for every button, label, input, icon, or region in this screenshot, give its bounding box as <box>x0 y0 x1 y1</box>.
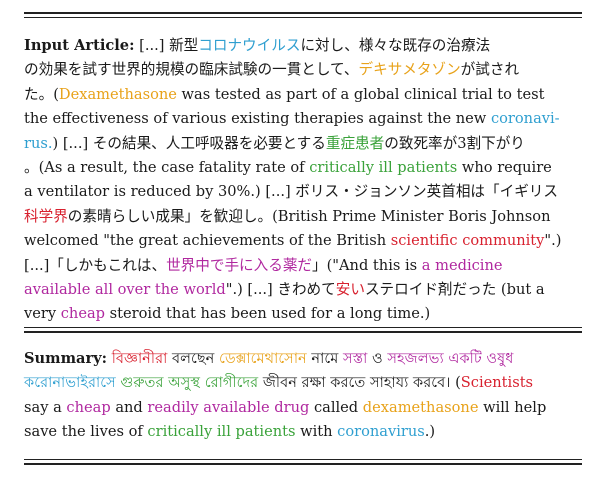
highlighted-phrase: cheap <box>66 398 111 416</box>
bottom-rule <box>24 459 582 465</box>
article-line: rus.) [...] その結果、人工呼吸器を必要とする重症患者の致死率が3割下… <box>24 132 584 156</box>
text-segment: and <box>110 398 148 416</box>
text-segment: steroid that has been used for a long ti… <box>105 305 431 323</box>
highlighted-phrase: গুরুতর অসুস্থ রোগীদের <box>115 374 259 392</box>
highlighted-phrase: available all over the world <box>24 281 226 299</box>
highlighted-phrase: সহজলভ্য একটি ওষুধ <box>387 350 514 367</box>
article-line: 。(As a result, the case fatality rate of… <box>24 156 584 180</box>
highlighted-phrase: dexamethasone <box>362 398 479 416</box>
article-line: の効果を試す世界的規模の臨床試験の一貫として、デキサメタゾンが試され <box>24 58 584 82</box>
highlighted-phrase: rus. <box>24 134 53 152</box>
summary-label: Summary: <box>24 350 108 367</box>
highlighted-phrase: 科学界 <box>24 207 68 225</box>
highlighted-phrase: Dexamethasone <box>58 85 177 103</box>
text-segment: ও <box>367 350 388 367</box>
article-line: 科学界の素晴らしい成果」を歓迎し。(British Prime Minister… <box>24 205 584 229</box>
text-segment: who require <box>457 159 552 177</box>
highlighted-phrase: critically ill patients <box>147 423 296 441</box>
text-segment: the effectiveness of various existing th… <box>24 110 491 128</box>
highlighted-phrase: সস্তা <box>342 350 368 367</box>
text-segment: called <box>309 398 363 416</box>
text-segment: নামে <box>306 350 343 367</box>
input-article-label: Input Article: <box>24 37 135 54</box>
summary-line: say a cheap and readily available drug c… <box>24 396 584 420</box>
highlighted-phrase: a medicine <box>421 256 503 274</box>
highlighted-phrase: デキサメタゾン <box>358 61 461 79</box>
article-line-0: Input Article: [...] 新型コロナウイルスに対し、様々な既存の… <box>24 34 584 58</box>
summary-line: save the lives of critically ill patient… <box>24 420 584 444</box>
text-segment: が試され <box>460 61 520 79</box>
text-segment: の効果を試す世界的規模の臨床試験の一貫として、 <box>24 61 359 79</box>
summary-line: করোনাভাইরাসে গুরুতর অসুস্থ রোগীদের জীবন … <box>24 371 584 395</box>
text-segment: ステロイド剤だった (but a <box>364 281 545 299</box>
text-segment: に対し、様々な既存の治療法 <box>300 37 491 54</box>
summary: Summary: বিজ্ঞানীরা বলছেন ডেক্সামেথাসোন … <box>24 347 584 445</box>
highlighted-phrase: 世界中で手に入る薬だ <box>166 256 313 274</box>
article-line: the effectiveness of various existing th… <box>24 107 584 131</box>
text-segment: た。( <box>24 85 59 103</box>
text-segment: save the lives of <box>24 423 148 441</box>
text-segment: の素晴らしい成果」を歓迎し。(British Prime Minister Bo… <box>67 207 551 225</box>
article-line: た。(Dexamethasone was tested as part of a… <box>24 83 584 107</box>
text-segment: 。(As a result, the case fatality rate of <box>24 159 310 177</box>
text-segment: [...]「しかもこれは、 <box>24 256 167 274</box>
highlighted-phrase: Scientists <box>460 374 534 392</box>
highlighted-phrase: বিজ্ঞানীরা <box>111 350 168 367</box>
article-line: very cheap steroid that has been used fo… <box>24 302 584 326</box>
highlighted-phrase: 重症患者 <box>325 134 385 152</box>
text-segment: ".) <box>544 232 562 250</box>
text-segment: .) <box>424 423 436 441</box>
text-segment: 」("And this is <box>312 256 422 274</box>
text-segment: [...] 新型 <box>134 37 199 54</box>
highlighted-phrase: scientific community <box>390 232 545 250</box>
text-segment: の致死率が3割下がり <box>384 134 525 152</box>
article-line: a ventilator is reduced by 30%.) [...] ボ… <box>24 180 584 204</box>
highlighted-phrase: 安い <box>335 281 365 299</box>
article-line: available all over the world".) [...] きわ… <box>24 278 584 302</box>
text-segment: was tested as part of a global clinical … <box>176 85 545 103</box>
text-segment: very <box>24 305 61 323</box>
top-rule <box>24 12 582 18</box>
highlighted-phrase: readily available drug <box>147 398 310 416</box>
text-segment: will help <box>478 398 547 416</box>
summary-line-0: Summary: বিজ্ঞানীরা বলছেন ডেক্সামেথাসোন … <box>24 347 584 371</box>
highlighted-phrase: critically ill patients <box>309 159 458 177</box>
text-segment: ) [...] その結果、人工呼吸器を必要とする <box>52 134 326 152</box>
text-segment: with <box>295 423 338 441</box>
text-segment: ".) [...] きわめて <box>225 281 336 299</box>
text-segment: say a <box>24 398 67 416</box>
input-article: Input Article: [...] 新型コロナウイルスに対し、様々な既存の… <box>24 34 584 327</box>
article-line: welcomed "the great achievements of the … <box>24 229 584 253</box>
text-segment: জীবন রক্ষা করতে সাহায্য করবে। ( <box>258 374 461 392</box>
highlighted-phrase: ডেক্সামেথাসোন <box>219 350 307 367</box>
highlighted-phrase: コロナウイルス <box>198 37 301 54</box>
summary-text: বিজ্ঞানীরা বলছেন ডেক্সামেথাসোন নামে সস্ত… <box>107 350 514 367</box>
article-line: [...]「しかもこれは、世界中で手に入る薬だ」("And this is a … <box>24 254 584 278</box>
highlighted-phrase: coronavirus <box>337 423 425 441</box>
middle-rule <box>24 327 582 333</box>
highlighted-phrase: cheap <box>60 305 106 323</box>
highlighted-phrase: করোনাভাইরাসে <box>24 374 116 392</box>
highlighted-phrase: coronavi- <box>490 110 560 128</box>
text-segment: welcomed "the great achievements of the … <box>24 232 391 250</box>
article-text: [...] 新型コロナウイルスに対し、様々な既存の治療法 <box>134 37 490 54</box>
text-segment: বলছেন <box>167 350 220 367</box>
text-segment: a ventilator is reduced by 30%.) [...] ボ… <box>24 183 558 201</box>
